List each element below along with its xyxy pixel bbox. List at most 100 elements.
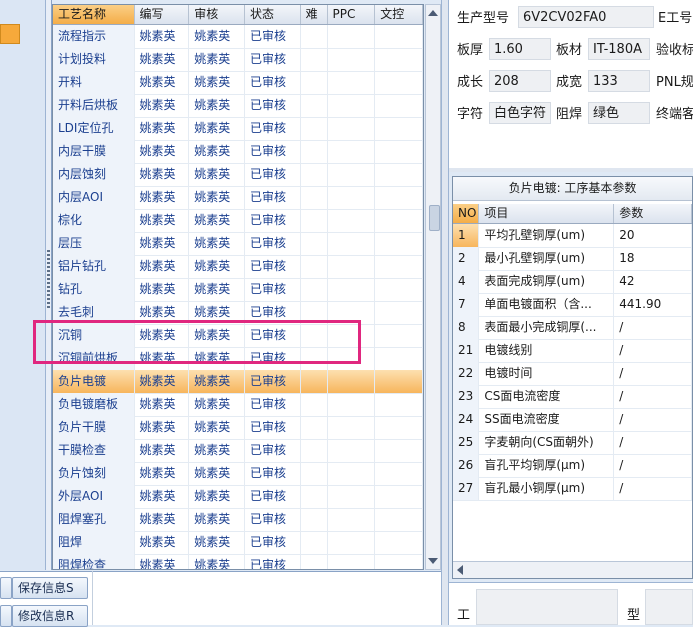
- process-row[interactable]: 棕化 姚素英 姚素英 已审核: [53, 209, 423, 233]
- legend-label: 字符: [457, 107, 484, 122]
- difficulty-cell: [301, 485, 328, 508]
- difficulty-cell: [301, 71, 328, 94]
- process-row[interactable]: 开料后烘板 姚素英 姚素英 已审核: [53, 94, 423, 118]
- thickness-field[interactable]: 1.60: [489, 38, 551, 60]
- ppc-cell: [328, 393, 376, 416]
- process-row[interactable]: 内层AOI 姚素英 姚素英 已审核: [53, 186, 423, 210]
- reviewer-cell: 姚素英: [189, 71, 245, 94]
- writer-cell: 姚素英: [135, 94, 190, 117]
- col-header-difficulty[interactable]: 难: [301, 5, 328, 24]
- model-field[interactable]: 6V2CV02FA0: [518, 6, 654, 28]
- difficulty-cell: [301, 278, 328, 301]
- doc-control-cell: [375, 301, 423, 324]
- param-row[interactable]: 7 单面电镀面积（含... 441.90: [453, 293, 692, 317]
- process-row[interactable]: 负电镀磨板 姚素英 姚素英 已审核: [53, 393, 423, 417]
- col-header-status[interactable]: 状态: [245, 5, 301, 24]
- process-row[interactable]: 计划投料 姚素英 姚素英 已审核: [53, 48, 423, 72]
- param-no-cell: 27: [453, 477, 480, 500]
- writer-cell: 姚素英: [135, 140, 190, 163]
- process-row[interactable]: 内层蚀刻 姚素英 姚素英 已审核: [53, 163, 423, 187]
- doc-control-cell: [375, 71, 423, 94]
- param-value-cell: /: [614, 316, 692, 339]
- ppc-cell: [328, 71, 376, 94]
- difficulty-cell: [301, 531, 328, 554]
- doc-control-cell: [375, 25, 423, 48]
- param-col-value[interactable]: 参数: [614, 204, 692, 223]
- scroll-left-icon[interactable]: [457, 565, 463, 575]
- bottom-right-field-1[interactable]: [476, 589, 618, 625]
- param-row[interactable]: 24 SS面电流密度 /: [453, 408, 692, 432]
- ppc-cell: [328, 255, 376, 278]
- doc-control-cell: [375, 255, 423, 278]
- process-row[interactable]: 外层AOI 姚素英 姚素英 已审核: [53, 485, 423, 509]
- process-row[interactable]: 负片电镀 姚素英 姚素英 已审核: [53, 370, 423, 394]
- process-grid-scrollbar[interactable]: [425, 4, 441, 570]
- col-header-ppc[interactable]: PPC: [328, 5, 376, 24]
- main-splitter[interactable]: [441, 0, 449, 625]
- col-header-doc-control[interactable]: 文控: [375, 5, 423, 24]
- param-grid-header: NO 项目 参数: [453, 204, 692, 224]
- status-cell: 已审核: [245, 140, 301, 163]
- process-row[interactable]: 开料 姚素英 姚素英 已审核: [53, 71, 423, 95]
- process-row[interactable]: 铝片钻孔 姚素英 姚素英 已审核: [53, 255, 423, 279]
- col-header-reviewer[interactable]: 审核: [189, 5, 245, 24]
- partial-button-top[interactable]: [0, 577, 12, 599]
- param-row[interactable]: 23 CS面电流密度 /: [453, 385, 692, 409]
- finished-width-field[interactable]: 133: [588, 70, 650, 92]
- difficulty-cell: [301, 232, 328, 255]
- param-item-cell: 表面最小完成铜厚(...: [479, 316, 615, 339]
- param-row[interactable]: 2 最小孔壁铜厚(um) 18: [453, 247, 692, 271]
- solder-mask-field[interactable]: 绿色: [588, 102, 650, 124]
- param-horizontal-scrollbar[interactable]: [453, 561, 692, 578]
- ppc-cell: [328, 117, 376, 140]
- col-header-writer[interactable]: 编写: [135, 5, 190, 24]
- param-row[interactable]: 8 表面最小完成铜厚(... /: [453, 316, 692, 340]
- process-row[interactable]: 层压 姚素英 姚素英 已审核: [53, 232, 423, 256]
- material-field[interactable]: IT-180A: [588, 38, 650, 60]
- left-nav-selected-item[interactable]: [0, 24, 20, 44]
- process-row[interactable]: LDI定位孔 姚素英 姚素英 已审核: [53, 117, 423, 141]
- process-row[interactable]: 负片蚀刻 姚素英 姚素英 已审核: [53, 462, 423, 486]
- param-row[interactable]: 21 电镀线别 /: [453, 339, 692, 363]
- scroll-down-icon[interactable]: [428, 558, 438, 564]
- ppc-cell: [328, 163, 376, 186]
- col-header-process-name[interactable]: 工艺名称: [53, 5, 135, 24]
- param-item-cell: 最小孔壁铜厚(um): [479, 247, 615, 270]
- process-row[interactable]: 阻焊塞孔 姚素英 姚素英 已审核: [53, 508, 423, 532]
- process-row[interactable]: 干膜检查 姚素英 姚素英 已审核: [53, 439, 423, 463]
- doc-control-cell: [375, 393, 423, 416]
- ppc-cell: [328, 186, 376, 209]
- process-row[interactable]: 流程指示 姚素英 姚素英 已审核: [53, 25, 423, 49]
- param-row[interactable]: 4 表面完成铜厚(um) 42: [453, 270, 692, 294]
- process-row[interactable]: 内层干膜 姚素英 姚素英 已审核: [53, 140, 423, 164]
- process-row[interactable]: 负片干膜 姚素英 姚素英 已审核: [53, 416, 423, 440]
- finished-length-field[interactable]: 208: [489, 70, 551, 92]
- save-info-button[interactable]: 保存信息S: [12, 577, 88, 599]
- param-col-no[interactable]: NO: [453, 204, 480, 223]
- bottom-right-field-2[interactable]: [645, 589, 693, 625]
- param-row[interactable]: 27 盲孔最小铜厚(μm) /: [453, 477, 692, 501]
- scroll-up-icon[interactable]: [428, 10, 438, 16]
- param-col-item[interactable]: 项目: [479, 204, 615, 223]
- process-row[interactable]: 阻焊检查 姚素英 姚素英 已审核: [53, 554, 423, 569]
- param-row[interactable]: 22 电镀时间 /: [453, 362, 692, 386]
- doc-control-cell: [375, 416, 423, 439]
- scroll-thumb[interactable]: [429, 205, 440, 231]
- param-value-cell: /: [614, 385, 692, 408]
- param-item-cell: 电镀时间: [479, 362, 615, 385]
- writer-cell: 姚素英: [135, 485, 190, 508]
- partial-button-bottom[interactable]: [0, 605, 12, 627]
- modify-info-button[interactable]: 修改信息R: [12, 605, 88, 627]
- legend-field[interactable]: 白色字符: [489, 102, 551, 124]
- param-value-cell: 441.90: [614, 293, 692, 316]
- param-no-cell: 21: [453, 339, 480, 362]
- param-row[interactable]: 26 盲孔平均铜厚(μm) /: [453, 454, 692, 478]
- splitter-grip[interactable]: [47, 250, 50, 310]
- param-row[interactable]: 25 字麦朝向(CS面朝外) /: [453, 431, 692, 455]
- difficulty-cell: [301, 94, 328, 117]
- status-cell: 已审核: [245, 508, 301, 531]
- process-row[interactable]: 钻孔 姚素英 姚素英 已审核: [53, 278, 423, 302]
- process-row[interactable]: 阻焊 姚素英 姚素英 已审核: [53, 531, 423, 555]
- param-no-cell: 2: [453, 247, 480, 270]
- param-row[interactable]: 1 平均孔壁铜厚(um) 20: [453, 224, 692, 248]
